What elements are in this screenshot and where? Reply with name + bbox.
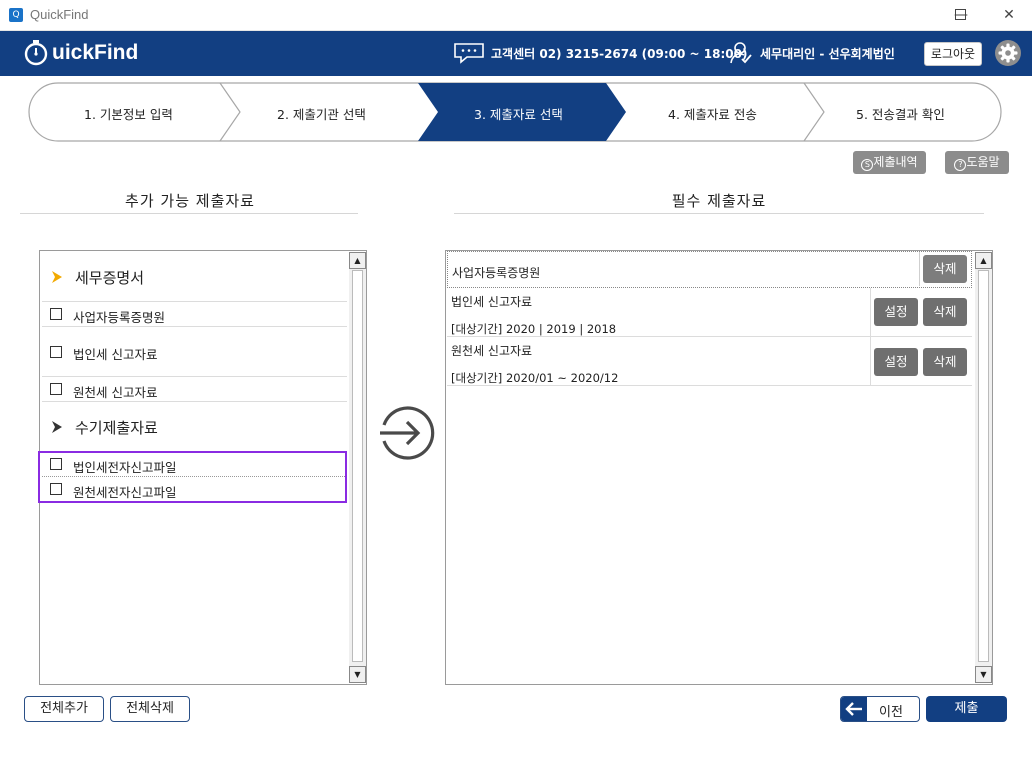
chevron-right-icon (52, 271, 62, 283)
step-1: 1. 기본정보 입력 (84, 107, 173, 122)
checkbox[interactable] (50, 383, 62, 395)
history-label: 제출내역 (873, 155, 918, 169)
category-label: 수기제출자료 (75, 419, 158, 437)
delete-button[interactable]: 삭제 (923, 298, 967, 326)
delete-button[interactable]: 삭제 (923, 348, 967, 376)
material-name: 사업자등록증명원 (452, 266, 541, 280)
item-label: 법인세 신고자료 (73, 347, 158, 362)
maximize-button[interactable] (955, 9, 966, 20)
cell-divider (919, 252, 969, 286)
logout-button[interactable]: 로그아웃 (924, 42, 982, 66)
add-all-button[interactable]: 전체추가 (24, 696, 104, 722)
item-label: 원천세 신고자료 (73, 385, 158, 400)
right-scrollbar[interactable]: ▲ ▼ (975, 252, 992, 683)
selection-highlight-box (38, 451, 347, 503)
required-materials-title: 필수 제출자료 (671, 192, 767, 210)
scroll-up-icon[interactable]: ▲ (975, 252, 992, 269)
submission-history-button[interactable]: S 제출내역 (853, 151, 926, 174)
available-materials-title: 추가 가능 제출자료 (125, 192, 255, 210)
category-label: 세무증명서 (75, 269, 145, 287)
checkbox[interactable] (50, 346, 62, 358)
cell-divider (870, 288, 871, 336)
settings-button[interactable]: 설정 (874, 298, 918, 326)
target-period: [대상기간] 2020 | 2019 | 2018 (451, 322, 617, 336)
category-tax-certificates[interactable]: 세무증명서 (42, 251, 347, 302)
user-name: 세무대리인 - 선우회계법인 (760, 47, 895, 61)
chat-icon (454, 43, 484, 64)
step-progress-bar: 1. 기본정보 입력 2. 제출기관 선택 3. 제출자료 선택 4. 제출자료… (28, 82, 1002, 142)
cell-divider (870, 337, 871, 385)
previous-label: 이전 (879, 705, 903, 720)
window-titlebar: Q QuickFind — ✕ (0, 0, 1032, 31)
scroll-thumb[interactable] (352, 270, 363, 662)
s-circle-icon: S (861, 159, 874, 171)
scroll-down-icon[interactable]: ▼ (349, 666, 366, 683)
table-row[interactable]: 사업자등록증명원 (447, 251, 972, 288)
arrow-left-icon (841, 697, 867, 721)
app-icon: Q (9, 8, 23, 22)
app-header: uickFind 고객센터 02) 3215-2674 (09:00 ~ 18:… (0, 31, 1032, 76)
list-item[interactable]: 원천세 신고자료 (42, 377, 347, 402)
category-manual-submission[interactable]: 수기제출자료 (42, 402, 347, 452)
settings-button[interactable] (995, 40, 1021, 66)
material-name: 원천세 신고자료 (451, 344, 533, 358)
checkbox[interactable] (50, 308, 62, 320)
scroll-down-icon[interactable]: ▼ (975, 666, 992, 683)
gear-icon (998, 43, 1018, 63)
customer-center-text: 고객센터 02) 3215-2674 (09:00 ~ 18:00) (491, 47, 748, 61)
target-period: [대상기간] 2020/01 ~ 2020/12 (451, 371, 619, 385)
left-title-divider (20, 213, 358, 214)
step-3-active: 3. 제출자료 선택 (474, 107, 563, 122)
list-item[interactable]: 법인세 신고자료 (42, 327, 347, 377)
transfer-arrow-icon[interactable] (378, 404, 436, 462)
chevron-right-icon (52, 421, 62, 433)
list-item[interactable]: 사업자등록증명원 (42, 302, 347, 327)
material-name: 법인세 신고자료 (451, 295, 533, 309)
scroll-up-icon[interactable]: ▲ (349, 252, 366, 269)
help-button[interactable]: ? 도움말 (945, 151, 1009, 174)
previous-button[interactable]: 이전 (840, 696, 920, 722)
item-label: 사업자등록증명원 (73, 310, 166, 325)
settings-button[interactable]: 설정 (874, 348, 918, 376)
stopwatch-logo-icon (24, 40, 48, 66)
scroll-thumb[interactable] (978, 270, 989, 662)
right-title-divider (454, 213, 984, 214)
required-materials-table: 사업자등록증명원 삭제 법인세 신고자료 [대상기간] 2020 | 2019 … (445, 250, 993, 685)
close-button[interactable]: ✕ (986, 0, 1032, 31)
step-5: 5. 전송결과 확인 (856, 107, 945, 122)
question-circle-icon: ? (954, 159, 967, 171)
step-4: 4. 제출자료 전송 (668, 107, 757, 122)
submit-button[interactable]: 제출 (926, 696, 1007, 722)
logo-text: uickFind (52, 41, 139, 64)
window-title: QuickFind (30, 7, 89, 22)
help-label: 도움말 (966, 155, 1000, 169)
left-scrollbar[interactable]: ▲ ▼ (349, 252, 366, 683)
remove-all-button[interactable]: 전체삭제 (110, 696, 190, 722)
user-icon (730, 42, 752, 64)
step-2: 2. 제출기관 선택 (277, 107, 366, 122)
